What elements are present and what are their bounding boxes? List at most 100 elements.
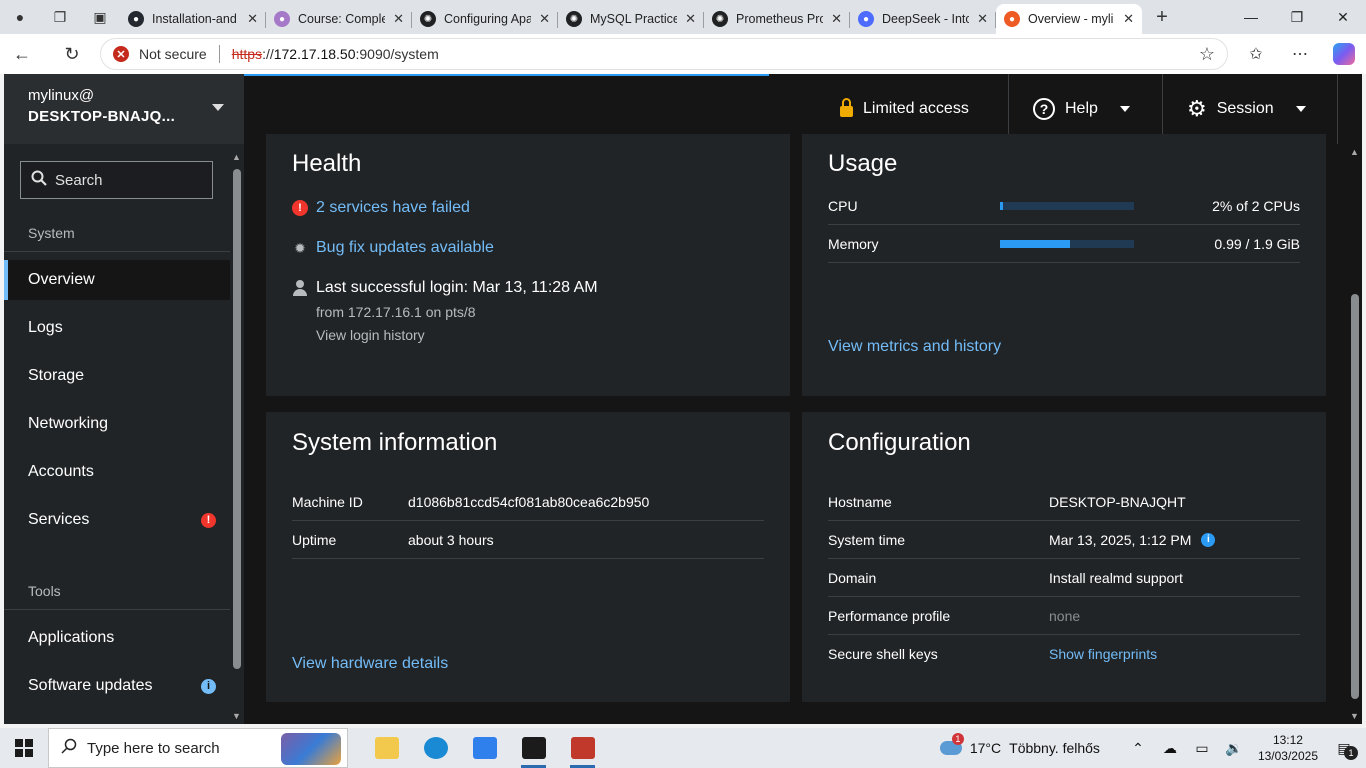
sidebar-item-label: Logs	[28, 319, 63, 336]
security-label[interactable]: Not secure	[139, 46, 207, 62]
browser-tab[interactable]: ✺ Prometheus Pro ✕	[704, 4, 850, 34]
system-time-row: System time Mar 13, 2025, 1:12 PM i	[828, 521, 1300, 559]
url-host: 172.17.18.50	[273, 46, 356, 62]
minimize-icon[interactable]: —	[1228, 0, 1274, 34]
bug-fix-updates-link[interactable]: Bug fix updates available	[316, 239, 494, 257]
close-tab-icon[interactable]: ✕	[685, 11, 696, 27]
favorites-icon[interactable]: ✩	[1234, 34, 1278, 74]
photos-icon[interactable]	[460, 728, 509, 768]
profile-icon[interactable]: ●	[0, 0, 40, 34]
system-time-value[interactable]: Mar 13, 2025, 1:12 PM	[1049, 532, 1191, 548]
not-secure-icon[interactable]: ✕	[113, 46, 129, 62]
sidebar-item-overview[interactable]: Overview	[4, 260, 230, 300]
chevron-down-icon	[212, 104, 224, 111]
host-switcher[interactable]: mylinux@ DESKTOP-BNAJQ...	[4, 74, 244, 144]
scroll-up-icon[interactable]: ▲	[232, 152, 241, 162]
sidebar-item-label: Software updates	[28, 677, 153, 694]
file-explorer-icon[interactable]	[362, 728, 411, 768]
taskbar-search-input[interactable]: Type here to search	[48, 728, 348, 768]
sidebar-item-networking[interactable]: Networking	[4, 404, 230, 444]
scroll-down-icon[interactable]: ▼	[1350, 711, 1359, 721]
weather-widget[interactable]: 1 17°C Többny. felhős	[939, 733, 1100, 756]
bug-icon: ✹	[294, 239, 306, 256]
snipping-tool-icon[interactable]	[558, 728, 607, 768]
cpu-usage-bar	[1000, 201, 1134, 210]
scrollbar-thumb[interactable]	[1351, 294, 1359, 699]
browser-tab[interactable]: ✺ MySQL Practice ✕	[558, 4, 704, 34]
copilot-icon[interactable]	[1333, 43, 1355, 65]
browser-tab[interactable]: ● Installation-and ✕	[120, 4, 266, 34]
close-tab-icon[interactable]: ✕	[1123, 11, 1134, 27]
start-button[interactable]	[0, 728, 48, 768]
host-user: mylinux@	[28, 87, 95, 104]
sidebar-item-applications[interactable]: Applications	[4, 618, 230, 658]
close-tab-icon[interactable]: ✕	[393, 11, 404, 27]
sidebar-item-label: Overview	[28, 271, 95, 288]
weather-cloud-icon: 1	[939, 733, 964, 755]
scroll-down-icon[interactable]: ▼	[232, 711, 241, 721]
performance-profile-value: none	[1049, 607, 1081, 624]
browser-tab[interactable]: ● DeepSeek - Into ✕	[850, 4, 996, 34]
health-title: Health	[292, 150, 362, 177]
usage-title: Usage	[828, 150, 898, 177]
sidebar-item-storage[interactable]: Storage	[4, 356, 230, 396]
favorite-star-icon[interactable]: ☆	[1199, 44, 1215, 65]
machine-id-row: Machine ID d1086b81ccd54cf081ab80cea6c2b…	[292, 483, 764, 521]
cpu-usage-row: CPU 2% of 2 CPUs	[828, 187, 1300, 225]
notification-center-icon[interactable]: ▤ 1	[1330, 738, 1358, 760]
taskbar-clock[interactable]: 13:12 13/03/2025	[1258, 732, 1318, 764]
hostname-label: Hostname	[828, 493, 892, 510]
close-tab-icon[interactable]: ✕	[977, 11, 988, 27]
sidebar-search-input[interactable]: Search	[20, 161, 213, 199]
sidebar-heading-tools: Tools	[28, 583, 61, 599]
health-card: Health ! 2 services have failed ✹ Bug fi…	[266, 134, 790, 396]
view-hardware-link[interactable]: View hardware details	[292, 655, 448, 673]
session-label: Session	[1216, 100, 1274, 117]
failed-services-link[interactable]: 2 services have failed	[316, 199, 470, 217]
workspaces-icon[interactable]: ❐	[40, 0, 80, 34]
close-window-icon[interactable]: ✕	[1320, 0, 1366, 34]
info-badge-icon: i	[201, 678, 216, 694]
back-icon[interactable]: ←	[0, 34, 44, 74]
sidebar-item-label: Services	[28, 511, 90, 528]
url-path: :9090/system	[355, 46, 439, 62]
browser-tab[interactable]: ✺ Configuring Apa ✕	[412, 4, 558, 34]
domain-value[interactable]: Install realmd support	[1049, 570, 1183, 586]
view-login-history-link[interactable]: View login history	[316, 327, 425, 343]
volume-icon[interactable]: 🔉	[1218, 740, 1250, 757]
chevron-up-icon[interactable]: ⌃	[1122, 740, 1154, 757]
sidebar-item-software-updates[interactable]: Software updates i	[4, 666, 230, 706]
sidebar-item-label: Storage	[28, 367, 85, 384]
performance-profile-row: Performance profile none	[828, 597, 1300, 635]
info-icon[interactable]: i	[1201, 532, 1216, 547]
close-tab-icon[interactable]: ✕	[539, 11, 550, 27]
tab-actions-icon[interactable]: ▣	[80, 0, 120, 34]
scrollbar-thumb[interactable]	[233, 169, 241, 669]
url-field[interactable]: ✕ Not secure https :// 172.17.18.50 :909…	[100, 38, 1228, 70]
terminal-icon[interactable]	[509, 728, 558, 768]
maximize-icon[interactable]: ❐	[1274, 0, 1320, 34]
close-tab-icon[interactable]: ✕	[831, 11, 842, 27]
weather-temperature: 17°C	[969, 740, 1002, 756]
browser-tab-active[interactable]: ● Overview - myli ✕	[996, 4, 1142, 34]
close-tab-icon[interactable]: ✕	[247, 11, 258, 27]
browser-tab[interactable]: ● Course: Comple ✕	[266, 4, 412, 34]
meet-now-icon[interactable]: ☁	[1154, 740, 1186, 757]
sidebar-scrollbar[interactable]: ▲ ▼	[230, 149, 244, 724]
sidebar-item-logs[interactable]: Logs	[4, 308, 230, 348]
more-options-icon[interactable]: ⋯	[1278, 34, 1322, 74]
sidebar-item-services[interactable]: Services !	[4, 500, 230, 540]
uptime-value: about 3 hours	[408, 531, 494, 548]
scroll-up-icon[interactable]: ▲	[1350, 147, 1359, 157]
show-fingerprints-link[interactable]: Show fingerprints	[1049, 646, 1157, 662]
cockpit-icon: ●	[1004, 11, 1020, 27]
new-tab-button[interactable]: +	[1142, 0, 1182, 34]
sidebar-item-accounts[interactable]: Accounts	[4, 452, 230, 492]
edge-icon[interactable]	[411, 728, 460, 768]
main-scrollbar[interactable]: ▲ ▼	[1348, 144, 1362, 724]
clock-date: 13/03/2025	[1257, 749, 1318, 763]
view-metrics-link[interactable]: View metrics and history	[828, 338, 1001, 356]
refresh-icon[interactable]: ↻	[50, 34, 94, 74]
performance-profile-label: Performance profile	[828, 607, 951, 624]
network-icon[interactable]: ▭	[1186, 740, 1218, 757]
